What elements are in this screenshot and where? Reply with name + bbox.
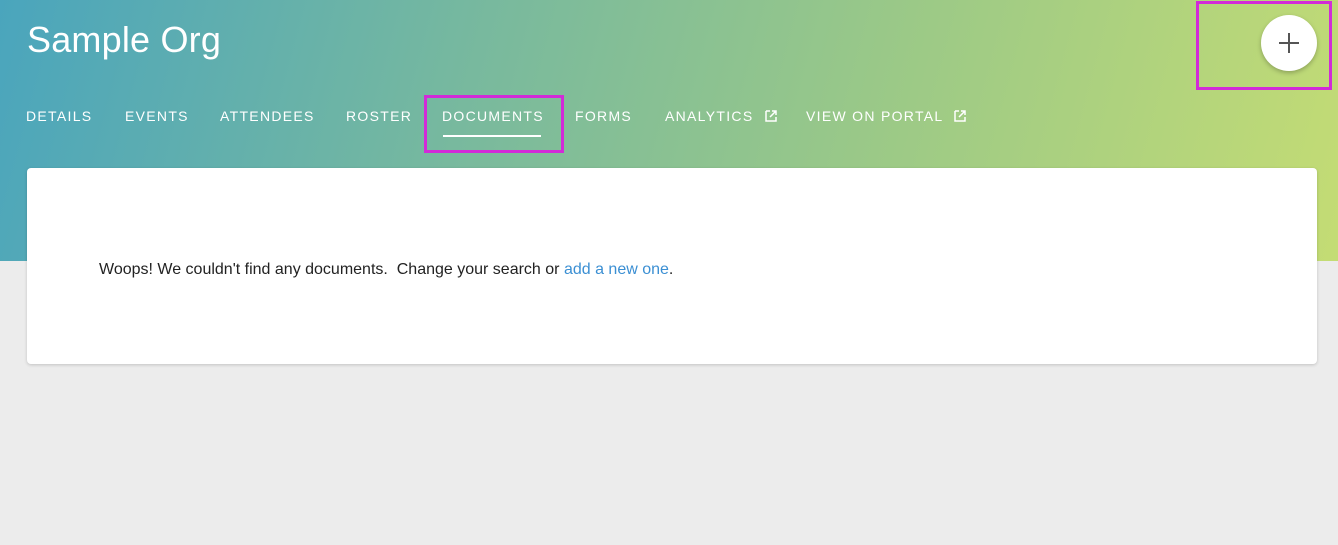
tab-events[interactable]: EVENTS [125,96,189,136]
tab-highlight-box [424,95,564,153]
page-title: Sample Org [27,19,222,60]
plus-icon [1279,33,1299,53]
tab-details[interactable]: DETAILS [26,96,92,136]
tab-view-on-portal[interactable]: VIEW ON PORTAL [806,96,966,136]
tab-analytics[interactable]: ANALYTICS [665,96,777,136]
tab-roster[interactable]: ROSTER [346,96,412,136]
empty-state-suffix: . [668,261,674,278]
external-link-icon [954,110,966,122]
add-new-link[interactable]: add a new one [564,261,669,278]
empty-state-text: Woops! We couldn't find any documents. C… [99,261,564,278]
tab-attendees[interactable]: ATTENDEES [220,96,315,136]
tab-forms[interactable]: FORMS [575,96,632,136]
documents-card: Woops! We couldn't find any documents. C… [27,168,1317,364]
empty-state-message: Woops! We couldn't find any documents. C… [99,261,673,279]
add-button[interactable] [1261,15,1317,71]
external-link-icon [764,110,777,122]
